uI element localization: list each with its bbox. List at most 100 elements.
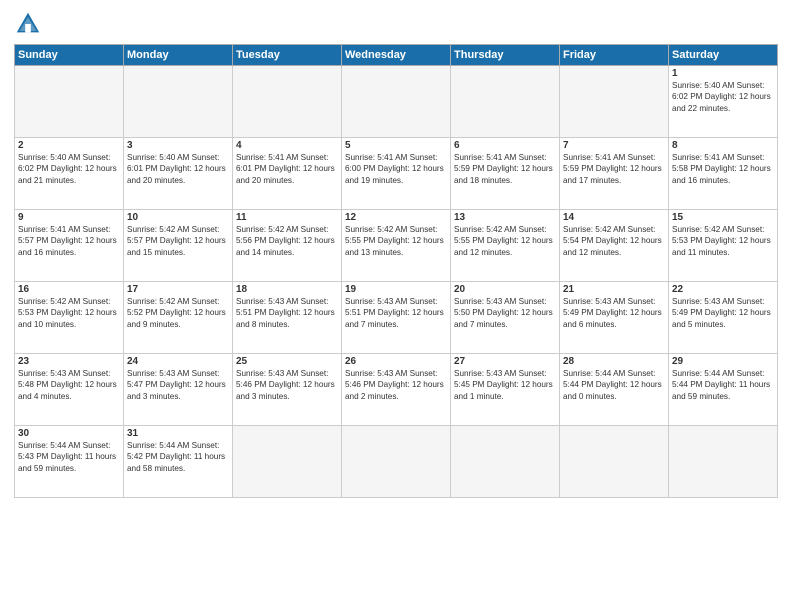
day-info: Sunrise: 5:40 AM Sunset: 6:02 PM Dayligh… xyxy=(672,80,774,114)
page: SundayMondayTuesdayWednesdayThursdayFrid… xyxy=(0,0,792,612)
day-cell: 10Sunrise: 5:42 AM Sunset: 5:57 PM Dayli… xyxy=(124,210,233,282)
weekday-header-friday: Friday xyxy=(560,45,669,66)
day-number: 3 xyxy=(127,140,229,151)
day-info: Sunrise: 5:43 AM Sunset: 5:49 PM Dayligh… xyxy=(672,296,774,330)
day-info: Sunrise: 5:44 AM Sunset: 5:44 PM Dayligh… xyxy=(672,368,774,402)
day-number: 30 xyxy=(18,428,120,439)
day-cell: 25Sunrise: 5:43 AM Sunset: 5:46 PM Dayli… xyxy=(233,354,342,426)
day-info: Sunrise: 5:42 AM Sunset: 5:56 PM Dayligh… xyxy=(236,224,338,258)
day-number: 19 xyxy=(345,284,447,295)
day-number: 6 xyxy=(454,140,556,151)
day-cell: 26Sunrise: 5:43 AM Sunset: 5:46 PM Dayli… xyxy=(342,354,451,426)
weekday-header-tuesday: Tuesday xyxy=(233,45,342,66)
day-number: 11 xyxy=(236,212,338,223)
day-cell: 18Sunrise: 5:43 AM Sunset: 5:51 PM Dayli… xyxy=(233,282,342,354)
day-cell: 12Sunrise: 5:42 AM Sunset: 5:55 PM Dayli… xyxy=(342,210,451,282)
day-cell: 13Sunrise: 5:42 AM Sunset: 5:55 PM Dayli… xyxy=(451,210,560,282)
day-cell: 30Sunrise: 5:44 AM Sunset: 5:43 PM Dayli… xyxy=(15,426,124,498)
day-number: 21 xyxy=(563,284,665,295)
day-info: Sunrise: 5:40 AM Sunset: 6:02 PM Dayligh… xyxy=(18,152,120,186)
day-cell xyxy=(124,66,233,138)
day-cell: 28Sunrise: 5:44 AM Sunset: 5:44 PM Dayli… xyxy=(560,354,669,426)
week-row-4: 23Sunrise: 5:43 AM Sunset: 5:48 PM Dayli… xyxy=(15,354,778,426)
day-number: 18 xyxy=(236,284,338,295)
day-info: Sunrise: 5:43 AM Sunset: 5:51 PM Dayligh… xyxy=(345,296,447,330)
day-cell: 17Sunrise: 5:42 AM Sunset: 5:52 PM Dayli… xyxy=(124,282,233,354)
day-cell xyxy=(342,66,451,138)
day-info: Sunrise: 5:43 AM Sunset: 5:47 PM Dayligh… xyxy=(127,368,229,402)
day-info: Sunrise: 5:44 AM Sunset: 5:44 PM Dayligh… xyxy=(563,368,665,402)
day-cell xyxy=(451,426,560,498)
day-info: Sunrise: 5:44 AM Sunset: 5:42 PM Dayligh… xyxy=(127,440,229,474)
day-number: 28 xyxy=(563,356,665,367)
day-number: 23 xyxy=(18,356,120,367)
day-info: Sunrise: 5:43 AM Sunset: 5:51 PM Dayligh… xyxy=(236,296,338,330)
day-info: Sunrise: 5:43 AM Sunset: 5:45 PM Dayligh… xyxy=(454,368,556,402)
day-info: Sunrise: 5:42 AM Sunset: 5:54 PM Dayligh… xyxy=(563,224,665,258)
day-cell: 29Sunrise: 5:44 AM Sunset: 5:44 PM Dayli… xyxy=(669,354,778,426)
day-number: 15 xyxy=(672,212,774,223)
day-cell: 22Sunrise: 5:43 AM Sunset: 5:49 PM Dayli… xyxy=(669,282,778,354)
day-info: Sunrise: 5:42 AM Sunset: 5:57 PM Dayligh… xyxy=(127,224,229,258)
day-info: Sunrise: 5:42 AM Sunset: 5:53 PM Dayligh… xyxy=(18,296,120,330)
day-cell xyxy=(560,66,669,138)
day-cell: 27Sunrise: 5:43 AM Sunset: 5:45 PM Dayli… xyxy=(451,354,560,426)
day-cell: 14Sunrise: 5:42 AM Sunset: 5:54 PM Dayli… xyxy=(560,210,669,282)
day-info: Sunrise: 5:41 AM Sunset: 5:59 PM Dayligh… xyxy=(563,152,665,186)
day-info: Sunrise: 5:42 AM Sunset: 5:52 PM Dayligh… xyxy=(127,296,229,330)
day-info: Sunrise: 5:41 AM Sunset: 6:01 PM Dayligh… xyxy=(236,152,338,186)
day-cell xyxy=(233,426,342,498)
logo-icon xyxy=(14,10,42,38)
logo xyxy=(14,10,46,38)
day-cell: 9Sunrise: 5:41 AM Sunset: 5:57 PM Daylig… xyxy=(15,210,124,282)
day-cell xyxy=(560,426,669,498)
day-cell: 4Sunrise: 5:41 AM Sunset: 6:01 PM Daylig… xyxy=(233,138,342,210)
day-cell: 15Sunrise: 5:42 AM Sunset: 5:53 PM Dayli… xyxy=(669,210,778,282)
day-number: 14 xyxy=(563,212,665,223)
calendar: SundayMondayTuesdayWednesdayThursdayFrid… xyxy=(14,44,778,498)
day-info: Sunrise: 5:42 AM Sunset: 5:53 PM Dayligh… xyxy=(672,224,774,258)
day-cell: 16Sunrise: 5:42 AM Sunset: 5:53 PM Dayli… xyxy=(15,282,124,354)
day-number: 22 xyxy=(672,284,774,295)
day-cell: 21Sunrise: 5:43 AM Sunset: 5:49 PM Dayli… xyxy=(560,282,669,354)
day-number: 24 xyxy=(127,356,229,367)
day-cell: 20Sunrise: 5:43 AM Sunset: 5:50 PM Dayli… xyxy=(451,282,560,354)
weekday-header-row: SundayMondayTuesdayWednesdayThursdayFrid… xyxy=(15,45,778,66)
day-cell xyxy=(15,66,124,138)
day-info: Sunrise: 5:41 AM Sunset: 5:59 PM Dayligh… xyxy=(454,152,556,186)
day-info: Sunrise: 5:41 AM Sunset: 6:00 PM Dayligh… xyxy=(345,152,447,186)
day-cell: 6Sunrise: 5:41 AM Sunset: 5:59 PM Daylig… xyxy=(451,138,560,210)
day-info: Sunrise: 5:41 AM Sunset: 5:57 PM Dayligh… xyxy=(18,224,120,258)
day-info: Sunrise: 5:43 AM Sunset: 5:50 PM Dayligh… xyxy=(454,296,556,330)
day-cell: 7Sunrise: 5:41 AM Sunset: 5:59 PM Daylig… xyxy=(560,138,669,210)
day-cell: 19Sunrise: 5:43 AM Sunset: 5:51 PM Dayli… xyxy=(342,282,451,354)
week-row-1: 2Sunrise: 5:40 AM Sunset: 6:02 PM Daylig… xyxy=(15,138,778,210)
day-number: 17 xyxy=(127,284,229,295)
weekday-header-monday: Monday xyxy=(124,45,233,66)
week-row-3: 16Sunrise: 5:42 AM Sunset: 5:53 PM Dayli… xyxy=(15,282,778,354)
day-cell: 3Sunrise: 5:40 AM Sunset: 6:01 PM Daylig… xyxy=(124,138,233,210)
day-number: 4 xyxy=(236,140,338,151)
day-cell: 5Sunrise: 5:41 AM Sunset: 6:00 PM Daylig… xyxy=(342,138,451,210)
day-number: 20 xyxy=(454,284,556,295)
day-info: Sunrise: 5:43 AM Sunset: 5:49 PM Dayligh… xyxy=(563,296,665,330)
week-row-5: 30Sunrise: 5:44 AM Sunset: 5:43 PM Dayli… xyxy=(15,426,778,498)
day-number: 25 xyxy=(236,356,338,367)
day-number: 13 xyxy=(454,212,556,223)
week-row-2: 9Sunrise: 5:41 AM Sunset: 5:57 PM Daylig… xyxy=(15,210,778,282)
day-number: 7 xyxy=(563,140,665,151)
day-number: 9 xyxy=(18,212,120,223)
day-info: Sunrise: 5:42 AM Sunset: 5:55 PM Dayligh… xyxy=(454,224,556,258)
weekday-header-thursday: Thursday xyxy=(451,45,560,66)
day-info: Sunrise: 5:43 AM Sunset: 5:46 PM Dayligh… xyxy=(345,368,447,402)
day-cell: 8Sunrise: 5:41 AM Sunset: 5:58 PM Daylig… xyxy=(669,138,778,210)
day-cell xyxy=(451,66,560,138)
header xyxy=(14,10,778,38)
day-number: 8 xyxy=(672,140,774,151)
day-cell: 31Sunrise: 5:44 AM Sunset: 5:42 PM Dayli… xyxy=(124,426,233,498)
day-number: 26 xyxy=(345,356,447,367)
weekday-header-saturday: Saturday xyxy=(669,45,778,66)
day-number: 27 xyxy=(454,356,556,367)
day-number: 2 xyxy=(18,140,120,151)
day-cell xyxy=(342,426,451,498)
